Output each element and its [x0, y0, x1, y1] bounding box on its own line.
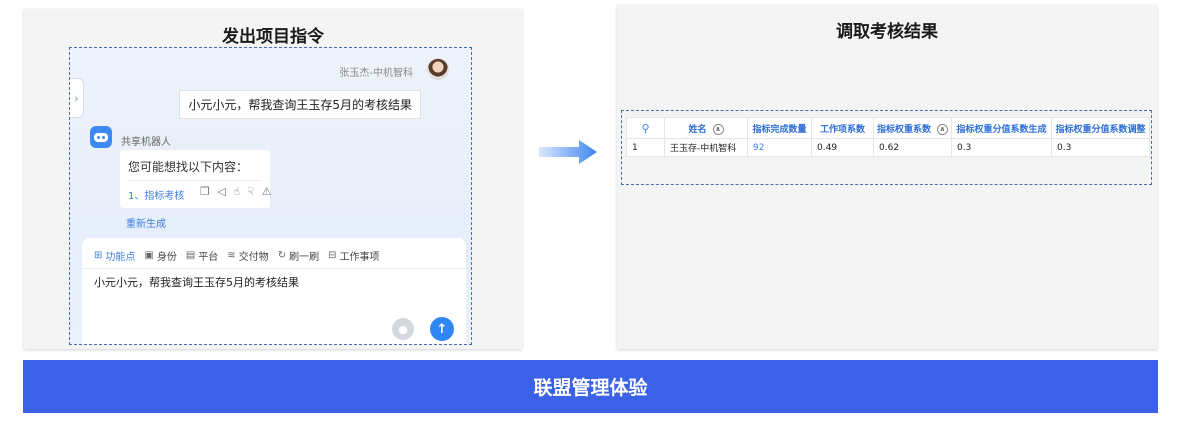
- layers-icon: ≋: [227, 250, 236, 261]
- warning-icon[interactable]: ⚠: [262, 185, 274, 198]
- tool-label: 身份: [156, 252, 177, 263]
- tool-label: 平台: [198, 252, 219, 263]
- tool-work-items[interactable]: ⊟ 工作事项: [328, 248, 379, 263]
- search-icon[interactable]: ⚲: [626, 117, 665, 139]
- input-area: ⊞ 功能点 ▣ 身份 ▤ 平台 ≋ 交付物 ↻ 刷一刷 ⊟ 工作事项 小元小元，帮我查询王玉…: [82, 238, 466, 344]
- panel-title: 发出项目指令: [222, 27, 324, 47]
- grid-icon: ⊞: [94, 250, 103, 261]
- id-card-icon: ▣: [144, 250, 154, 261]
- column-header-name[interactable]: 姓名 ∧: [664, 117, 748, 139]
- thumbs-down-icon[interactable]: ☟: [248, 185, 257, 198]
- refresh-icon: ↻: [277, 250, 287, 261]
- message-actions: ❐ ◁ ☝ ☟ ⚠: [200, 185, 274, 198]
- flow-arrow-icon: [539, 140, 597, 164]
- thumbs-up-icon[interactable]: ☝: [233, 185, 242, 198]
- instruction-panel: 发出项目指令 › 张玉杰-中机智科 小元小元，帮我查询王玉存5月的考核结果 共享…: [24, 9, 522, 349]
- regenerate-button[interactable]: 重新生成: [126, 215, 166, 230]
- sort-icon[interactable]: ∧: [937, 123, 949, 135]
- avatar: [427, 58, 449, 80]
- cell-score-generated: 0.3: [951, 138, 1053, 157]
- suggestion-link[interactable]: 1、指标考核: [128, 187, 184, 202]
- microphone-button[interactable]: ●: [392, 318, 414, 340]
- divider: [128, 180, 262, 181]
- expand-sidebar-button[interactable]: ›: [70, 78, 84, 118]
- divider: [82, 268, 466, 269]
- copy-icon[interactable]: ❐: [200, 185, 212, 198]
- chat-window: › 张玉杰-中机智科 小元小元，帮我查询王玉存5月的考核结果 共享机器人 您可能…: [69, 47, 472, 345]
- tool-refresh[interactable]: ↻ 刷一刷: [278, 248, 319, 263]
- cell-score-adjusted: 0.3: [1051, 138, 1150, 157]
- bot-question: 您可能想找以下内容：: [128, 160, 249, 174]
- tool-label: 交付物: [238, 252, 269, 263]
- tool-function-point[interactable]: ⊞ 功能点: [94, 248, 135, 263]
- column-header[interactable]: 指标权重系数 ∧: [872, 117, 953, 139]
- bottom-banner: 联盟管理体验: [23, 360, 1158, 413]
- panel-title: 调取考核结果: [836, 22, 938, 42]
- table-header-row: ⚲ 姓名 ∧ 指标完成数量 工作项系数 指标权重系数 ∧ 指标权重分值系数生成 指标…: [626, 117, 1150, 139]
- send-icon[interactable]: ◁: [217, 185, 227, 198]
- column-header[interactable]: 指标权重分值系数调整: [1051, 117, 1150, 139]
- results-table: ⚲ 姓名 ∧ 指标完成数量 工作项系数 指标权重系数 ∧ 指标权重分值系数生成 指标…: [626, 117, 1150, 157]
- microphone-icon: ●: [398, 322, 408, 336]
- tool-identity[interactable]: ▣ 身份: [144, 248, 176, 263]
- cell-work-coefficient: 0.49: [811, 138, 874, 157]
- user-name: 张玉杰-中机智科: [339, 68, 413, 79]
- column-label: 指标权重系数: [877, 124, 932, 135]
- chevron-right-icon: ›: [74, 91, 79, 105]
- results-table-container: ⚲ 姓名 ∧ 指标完成数量 工作项系数 指标权重系数 ∧ 指标权重分值系数生成 指标…: [621, 110, 1152, 185]
- platform-icon: ▤: [185, 250, 196, 261]
- cell-weight-coefficient: 0.62: [872, 138, 953, 157]
- cell-completed-count[interactable]: 92: [747, 138, 812, 157]
- user-message: 小元小元，帮我查询王玉存5月的考核结果: [179, 90, 421, 119]
- send-button[interactable]: ↑: [430, 317, 454, 341]
- arrow-up-icon: ↑: [436, 321, 448, 337]
- tool-deliverables[interactable]: ≋ 交付物: [227, 248, 268, 263]
- column-header[interactable]: 指标完成数量: [747, 117, 812, 139]
- bot-name: 共享机器人: [121, 137, 171, 148]
- bot-avatar-icon: [90, 126, 112, 148]
- row-index: 1: [626, 138, 665, 157]
- tool-label: 刷一刷: [289, 252, 320, 263]
- input-toolbar: ⊞ 功能点 ▣ 身份 ▤ 平台 ≋ 交付物 ↻ 刷一刷 ⊟ 工作事项: [94, 248, 379, 263]
- tool-label: 功能点: [105, 252, 136, 263]
- cell-name: 王玉存-中机智科: [664, 138, 748, 157]
- result-panel: 调取考核结果 ⚲ 姓名 ∧ 指标完成数量 工作项系数 指标权重系数 ∧ 指标权重分值…: [617, 5, 1157, 349]
- tool-label: 工作事项: [339, 252, 380, 263]
- column-label: 姓名: [688, 124, 707, 135]
- tool-platform[interactable]: ▤ 平台: [186, 248, 218, 263]
- message-input[interactable]: 小元小元，帮我查询王玉存5月的考核结果: [94, 274, 299, 290]
- bot-message: 您可能想找以下内容： 1、指标考核 ❐ ◁ ☝ ☟ ⚠: [120, 150, 272, 208]
- task-icon: ⊟: [328, 250, 337, 261]
- column-header[interactable]: 工作项系数: [811, 117, 874, 139]
- column-header[interactable]: 指标权重分值系数生成: [951, 117, 1053, 139]
- banner-title: 联盟管理体验: [533, 377, 648, 399]
- sort-icon[interactable]: ∧: [712, 123, 724, 135]
- table-row[interactable]: 1 王玉存-中机智科 92 0.49 0.62 0.3 0.3: [626, 138, 1150, 157]
